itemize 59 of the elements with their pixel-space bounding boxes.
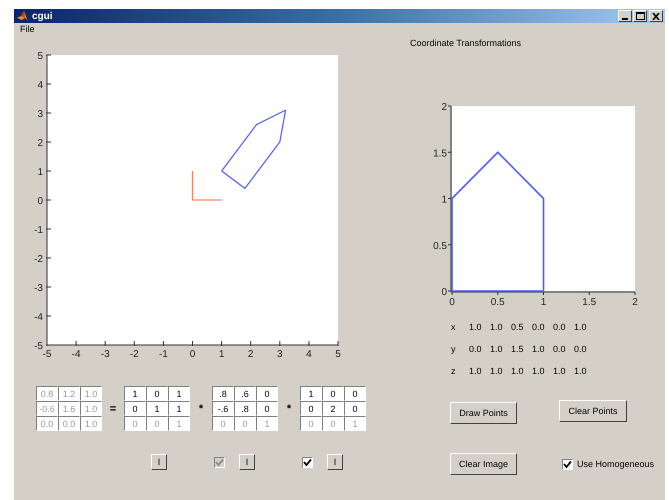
- tick-label: -5: [42, 349, 52, 360]
- tick-label: 5: [37, 51, 43, 62]
- coordinate-value: 1.0: [490, 366, 504, 376]
- tick-label: 1: [218, 349, 224, 360]
- tick-label: 0.5: [433, 240, 447, 252]
- coordinate-value: 0.0: [469, 344, 483, 354]
- tick-label: 3: [37, 109, 43, 120]
- tick-label: 3: [277, 349, 283, 360]
- tick-label: 0: [441, 287, 447, 298]
- tick-label: -4: [34, 312, 43, 323]
- tick-label: 0: [37, 196, 43, 207]
- tick-label: -2: [34, 254, 43, 265]
- coordinate-value: 0.5: [511, 322, 525, 332]
- tick-label: 1: [540, 297, 546, 308]
- coordinate-value: 0.0: [532, 322, 546, 332]
- heading: Coordinate Transformations: [410, 38, 522, 48]
- tick-label: -5: [34, 341, 43, 352]
- operator-sign: *: [198, 402, 204, 414]
- coordinate-value: 1.0: [532, 366, 546, 376]
- tick-label: -3: [100, 349, 110, 360]
- operator-sign: =: [108, 402, 118, 414]
- tick-label: 2: [632, 297, 638, 308]
- tick-label: 1.5: [582, 297, 596, 308]
- checkbox-label: Use Homogeneous: [577, 459, 654, 469]
- tick-label: 5: [335, 349, 341, 360]
- tick-label: -4: [72, 349, 81, 360]
- window-title: cgui: [32, 10, 53, 22]
- tick-label: -3: [34, 283, 43, 294]
- tick-label: 0.5: [490, 297, 505, 308]
- tick-label: 0: [190, 349, 196, 360]
- tick-label: 2: [37, 138, 43, 149]
- coordinate-label: y: [451, 344, 456, 354]
- tick-label: 2: [441, 102, 447, 113]
- tick-label: -2: [130, 349, 139, 360]
- tick-label: 2: [248, 349, 254, 360]
- coordinate-value: 0.0: [574, 344, 588, 354]
- coordinate-value: 0.0: [553, 322, 567, 332]
- tick-label: 1: [441, 194, 447, 206]
- coordinate-value: 1.0: [490, 344, 504, 354]
- coordinate-value: 1.0: [469, 366, 483, 376]
- coordinate-value: 1.0: [532, 344, 546, 354]
- tick-label: -1: [34, 225, 43, 236]
- coordinate-value: 1.0: [511, 366, 525, 376]
- coordinate-value: 1.0: [574, 322, 588, 332]
- coordinate-value: 1.0: [469, 322, 483, 332]
- tick-label: 1.5: [433, 148, 447, 160]
- tick-label: 1: [37, 167, 43, 178]
- tick-label: 4: [306, 349, 312, 360]
- coordinate-value: 1.5: [511, 344, 525, 354]
- tick-label: -1: [158, 349, 168, 360]
- coordinate-value: 0.0: [553, 344, 567, 354]
- coordinate-value: 1.0: [490, 322, 504, 332]
- operator-sign: *: [286, 402, 292, 414]
- coordinate-label: z: [451, 366, 456, 376]
- tick-label: 0: [449, 297, 455, 308]
- coordinate-value: 1.0: [553, 366, 567, 376]
- coordinate-value: 1.0: [574, 366, 588, 376]
- coordinate-label: x: [451, 322, 456, 332]
- tick-label: 4: [37, 80, 43, 91]
